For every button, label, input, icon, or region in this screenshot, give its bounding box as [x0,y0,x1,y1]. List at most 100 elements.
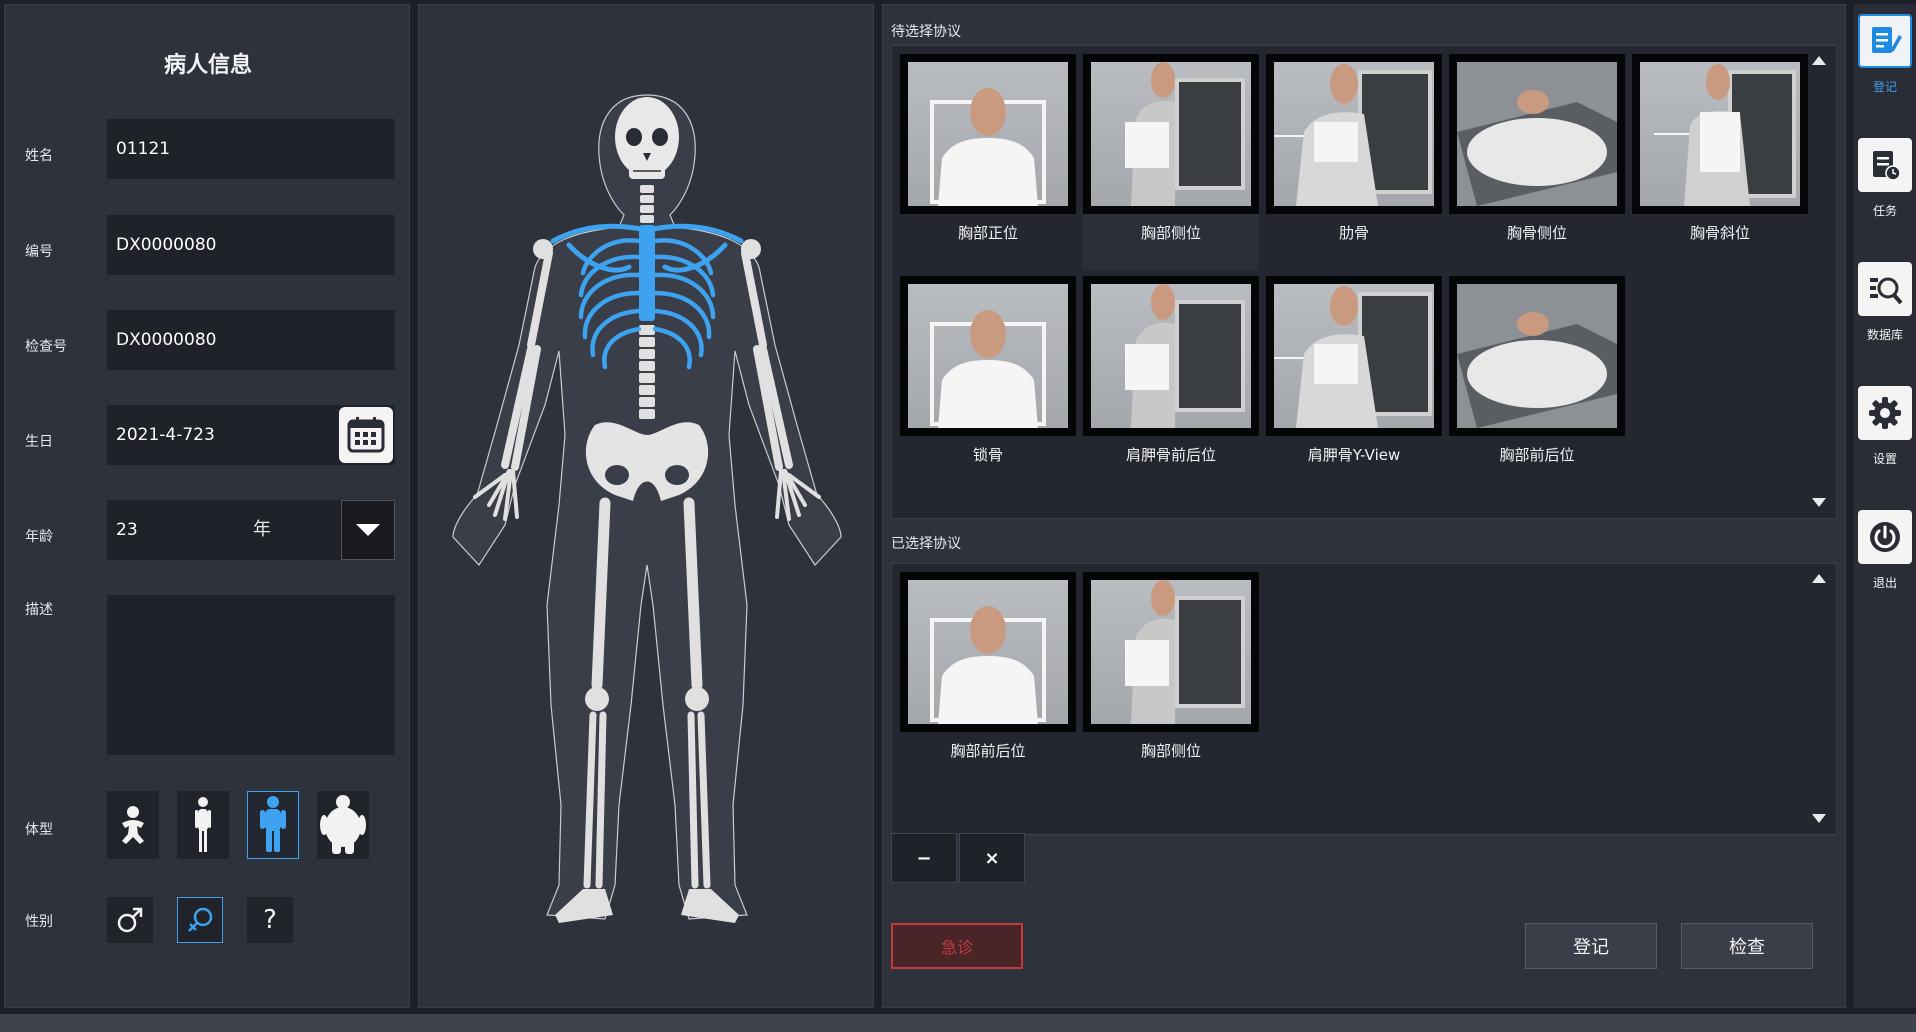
body-type-slim-button[interactable] [177,791,229,859]
side-navigation: 登记 任务 数据库 设置 退出 [1854,4,1916,1008]
exam-label: 检查号 [25,339,67,355]
name-field[interactable]: 01121 [107,119,395,179]
status-bar [0,1014,1916,1032]
protocol-thumbnail [1449,54,1625,214]
birth-field[interactable]: 2021-4-723 [107,405,395,465]
protocol-thumbnail [900,276,1076,436]
birth-value: 2021-4-723 [116,425,215,445]
panel-title: 病人信息 [163,53,252,78]
protocol-tile[interactable]: 肋骨 [1266,54,1442,270]
birth-label: 生日 [25,434,53,450]
protocol-tile[interactable]: 胸骨斜位 [1632,54,1808,270]
gender-male-button[interactable] [107,897,153,943]
normal-person-icon [260,796,286,852]
id-field[interactable]: DX0000080 [107,215,395,275]
nav-register-label: 登记 [1872,80,1897,94]
nav-register[interactable]: 登记 [1858,14,1912,95]
protocol-tile[interactable]: 胸骨侧位 [1449,54,1625,270]
protocol-thumbnail [1632,54,1808,214]
skeleton-body-map[interactable] [419,5,875,1009]
age-field[interactable]: 23 年 [107,500,395,560]
pending-protocol-grid: 胸部正位 胸部侧位 肋骨 胸骨侧位 胸骨斜位锁骨 肩胛骨前后位 肩胛骨Y-View 胸部前后位 [891,45,1837,519]
skeleton-panel [418,4,874,1008]
scroll-up-icon[interactable] [1812,574,1826,583]
gender-unknown-button[interactable]: ? [247,897,293,943]
nav-settings-label: 设置 [1872,452,1897,466]
age-label: 年龄 [25,529,53,545]
clear-protocols-button[interactable]: × [959,833,1025,883]
protocol-tile[interactable]: 胸部前后位 [1449,276,1625,492]
protocol-thumbnail [1266,276,1442,436]
age-unit-dropdown[interactable] [341,500,395,560]
protocol-label: 胸部前后位 [1499,446,1575,464]
protocol-label: 胸部正位 [957,224,1018,242]
protocol-thumbnail [1083,572,1259,732]
patient-info-panel: 病人信息 姓名 01121 编号 DX0000080 检查号 DX0000080… [4,4,410,1008]
protocol-thumbnail [900,54,1076,214]
nav-database[interactable]: 数据库 [1858,262,1912,343]
remove-protocol-button[interactable]: − [891,833,957,883]
protocol-tile[interactable]: 胸部侧位 [1083,54,1259,270]
gender-label: 性别 [25,914,53,930]
protocol-label: 肩胛骨Y-View [1307,446,1401,464]
protocol-thumbnail [1083,54,1259,214]
body-type-infant-button[interactable] [107,791,159,859]
protocol-tile[interactable]: 胸部正位 [900,54,1076,270]
protocol-tile[interactable]: 肩胛骨前后位 [1083,276,1259,492]
protocol-label: 胸部侧位 [1140,224,1201,242]
desc-label: 描述 [25,602,53,618]
scroll-down-icon[interactable] [1812,814,1826,823]
age-value: 23 [116,520,138,540]
age-unit: 年 [253,519,271,540]
description-textarea[interactable] [107,595,395,755]
protocol-label: 胸骨斜位 [1689,224,1750,242]
protocol-label: 肋骨 [1338,224,1369,242]
nav-task-label: 任务 [1872,204,1897,218]
protocol-thumbnail [900,572,1076,732]
protocol-tile[interactable]: 胸部侧位 [1083,572,1259,788]
scroll-up-icon[interactable] [1812,56,1826,65]
calendar-icon [347,417,385,453]
protocol-tile[interactable]: 锁骨 [900,276,1076,492]
nav-settings[interactable]: 设置 [1858,386,1912,467]
selected-protocols-label: 已选择协议 [891,536,961,552]
nav-exit-label: 退出 [1872,576,1897,590]
emergency-button[interactable]: 急诊 [891,923,1023,969]
pending-protocols-label: 待选择协议 [891,24,961,40]
protocol-label: 胸部前后位 [950,742,1026,760]
protocol-thumbnail [1266,54,1442,214]
nav-exit[interactable]: 退出 [1858,510,1912,591]
body-type-label: 体型 [25,822,53,838]
app-window: 病人信息 姓名 01121 编号 DX0000080 检查号 DX0000080… [0,0,1916,1032]
protocol-thumbnail [1083,276,1259,436]
obese-person-icon [320,795,366,854]
nav-database-label: 数据库 [1866,328,1903,342]
male-icon [117,907,143,933]
female-icon [188,907,213,932]
infant-icon [122,806,144,844]
scroll-down-icon[interactable] [1812,498,1826,507]
register-icon [1858,14,1912,68]
protocol-label: 胸部侧位 [1140,742,1201,760]
exam-field[interactable]: DX0000080 [107,310,395,370]
selected-protocol-grid: 胸部前后位 胸部侧位 [891,563,1837,835]
nav-task[interactable]: 任务 [1858,138,1912,219]
gender-female-button[interactable] [177,897,223,943]
database-search-icon [1858,262,1912,316]
protocol-label: 胸骨侧位 [1506,224,1567,242]
protocol-panel: 待选择协议 胸部正位 胸部侧位 肋骨 胸骨侧位 胸骨斜位 锁骨 肩胛骨前后位 肩胛骨Y-Vie… [882,4,1846,1008]
name-label: 姓名 [25,148,53,164]
protocol-thumbnail [1449,276,1625,436]
calendar-button[interactable] [339,407,393,463]
register-button[interactable]: 登记 [1525,923,1657,969]
protocol-tile[interactable]: 胸部前后位 [900,572,1076,788]
body-type-normal-button[interactable] [247,791,299,859]
task-icon [1858,138,1912,192]
protocol-tile[interactable]: 肩胛骨Y-View [1266,276,1442,492]
power-icon [1858,510,1912,564]
body-type-obese-button[interactable] [317,791,369,859]
id-label: 编号 [25,244,53,260]
check-button[interactable]: 检查 [1681,923,1813,969]
protocol-label: 锁骨 [972,446,1003,464]
gear-icon [1858,386,1912,440]
